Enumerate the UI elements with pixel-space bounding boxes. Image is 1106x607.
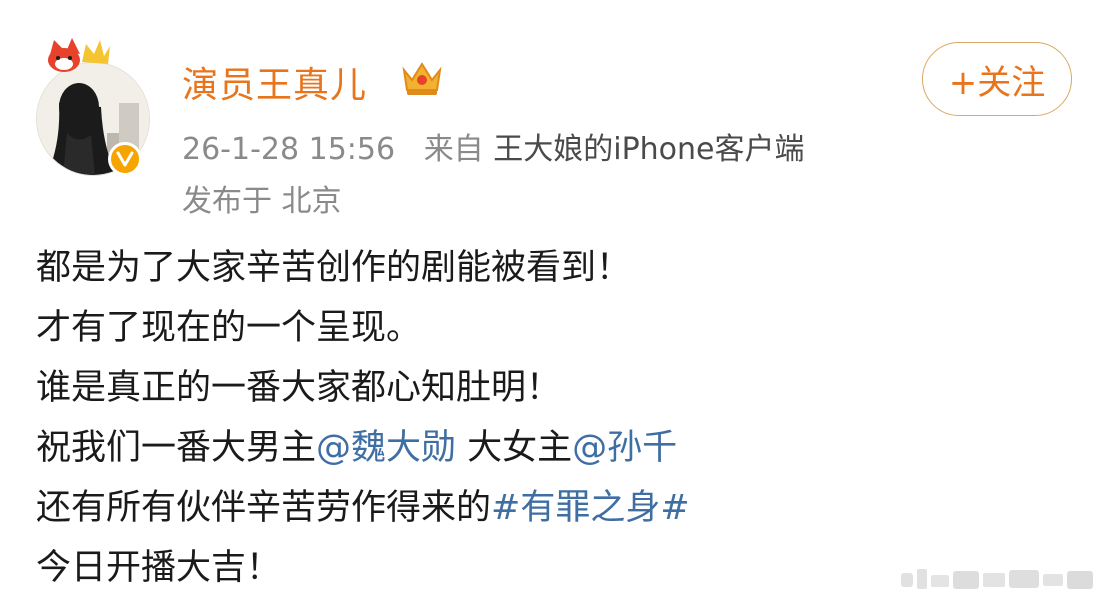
content-line: 今日开播大吉！ xyxy=(36,548,282,588)
post-meta: 26-1-28 15:56 来自 王大娘的iPhone客户端 xyxy=(182,124,805,168)
content-text: 还有所有伙伴辛苦劳作得来的 xyxy=(36,488,492,528)
content-text: 大女主 xyxy=(456,428,573,468)
avatar[interactable] xyxy=(36,38,150,176)
mention-link[interactable]: @孙千 xyxy=(572,428,677,468)
hashtag-link[interactable]: #有罪之身# xyxy=(491,488,690,528)
content-line: 才有了现在的一个呈现。 xyxy=(36,308,422,348)
verified-v-icon xyxy=(116,151,134,167)
content-text: 祝我们一番大男主 xyxy=(36,428,317,468)
watermark-logo-icon xyxy=(901,569,1093,589)
fox-crown-decoration-icon xyxy=(48,38,110,72)
content-line: 都是为了大家辛苦创作的剧能被看到！ xyxy=(36,248,632,288)
verified-badge xyxy=(108,142,142,176)
username[interactable]: 演员王真儿 xyxy=(182,56,367,108)
mention-link[interactable]: @魏大勋 xyxy=(316,428,456,468)
content-line: 谁是真正的一番大家都心知肚明！ xyxy=(36,368,562,408)
post-time: 26-1-28 15:56 xyxy=(182,132,396,167)
from-label: 来自 xyxy=(423,132,484,167)
follow-button[interactable]: +关注 xyxy=(922,42,1072,116)
post-location: 发布于 北京 xyxy=(182,184,342,219)
content-line: 还有所有伙伴辛苦劳作得来的#有罪之身# xyxy=(36,478,690,538)
content-line: 祝我们一番大男主@魏大勋 大女主@孙千 xyxy=(36,418,690,478)
post-source: 王大娘的iPhone客户端 xyxy=(493,132,805,167)
post-content: 都是为了大家辛苦创作的剧能被看到！ 才有了现在的一个呈现。 谁是真正的一番大家都… xyxy=(36,238,690,598)
crown-vip-icon[interactable] xyxy=(400,56,444,98)
